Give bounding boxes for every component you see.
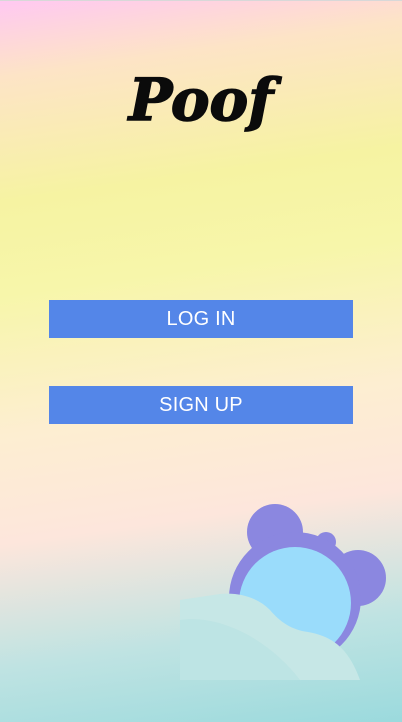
signup-button[interactable]: SIGN UP xyxy=(49,386,353,424)
signup-button-label: SIGN UP xyxy=(159,393,243,416)
status-bar-divider xyxy=(0,0,402,1)
alarm-clock-icon xyxy=(180,504,386,680)
app-logo: Poof xyxy=(126,65,283,135)
login-button-label: LOG IN xyxy=(166,307,236,330)
login-button[interactable]: LOG IN xyxy=(49,300,353,338)
app-title: Poof xyxy=(127,66,282,134)
